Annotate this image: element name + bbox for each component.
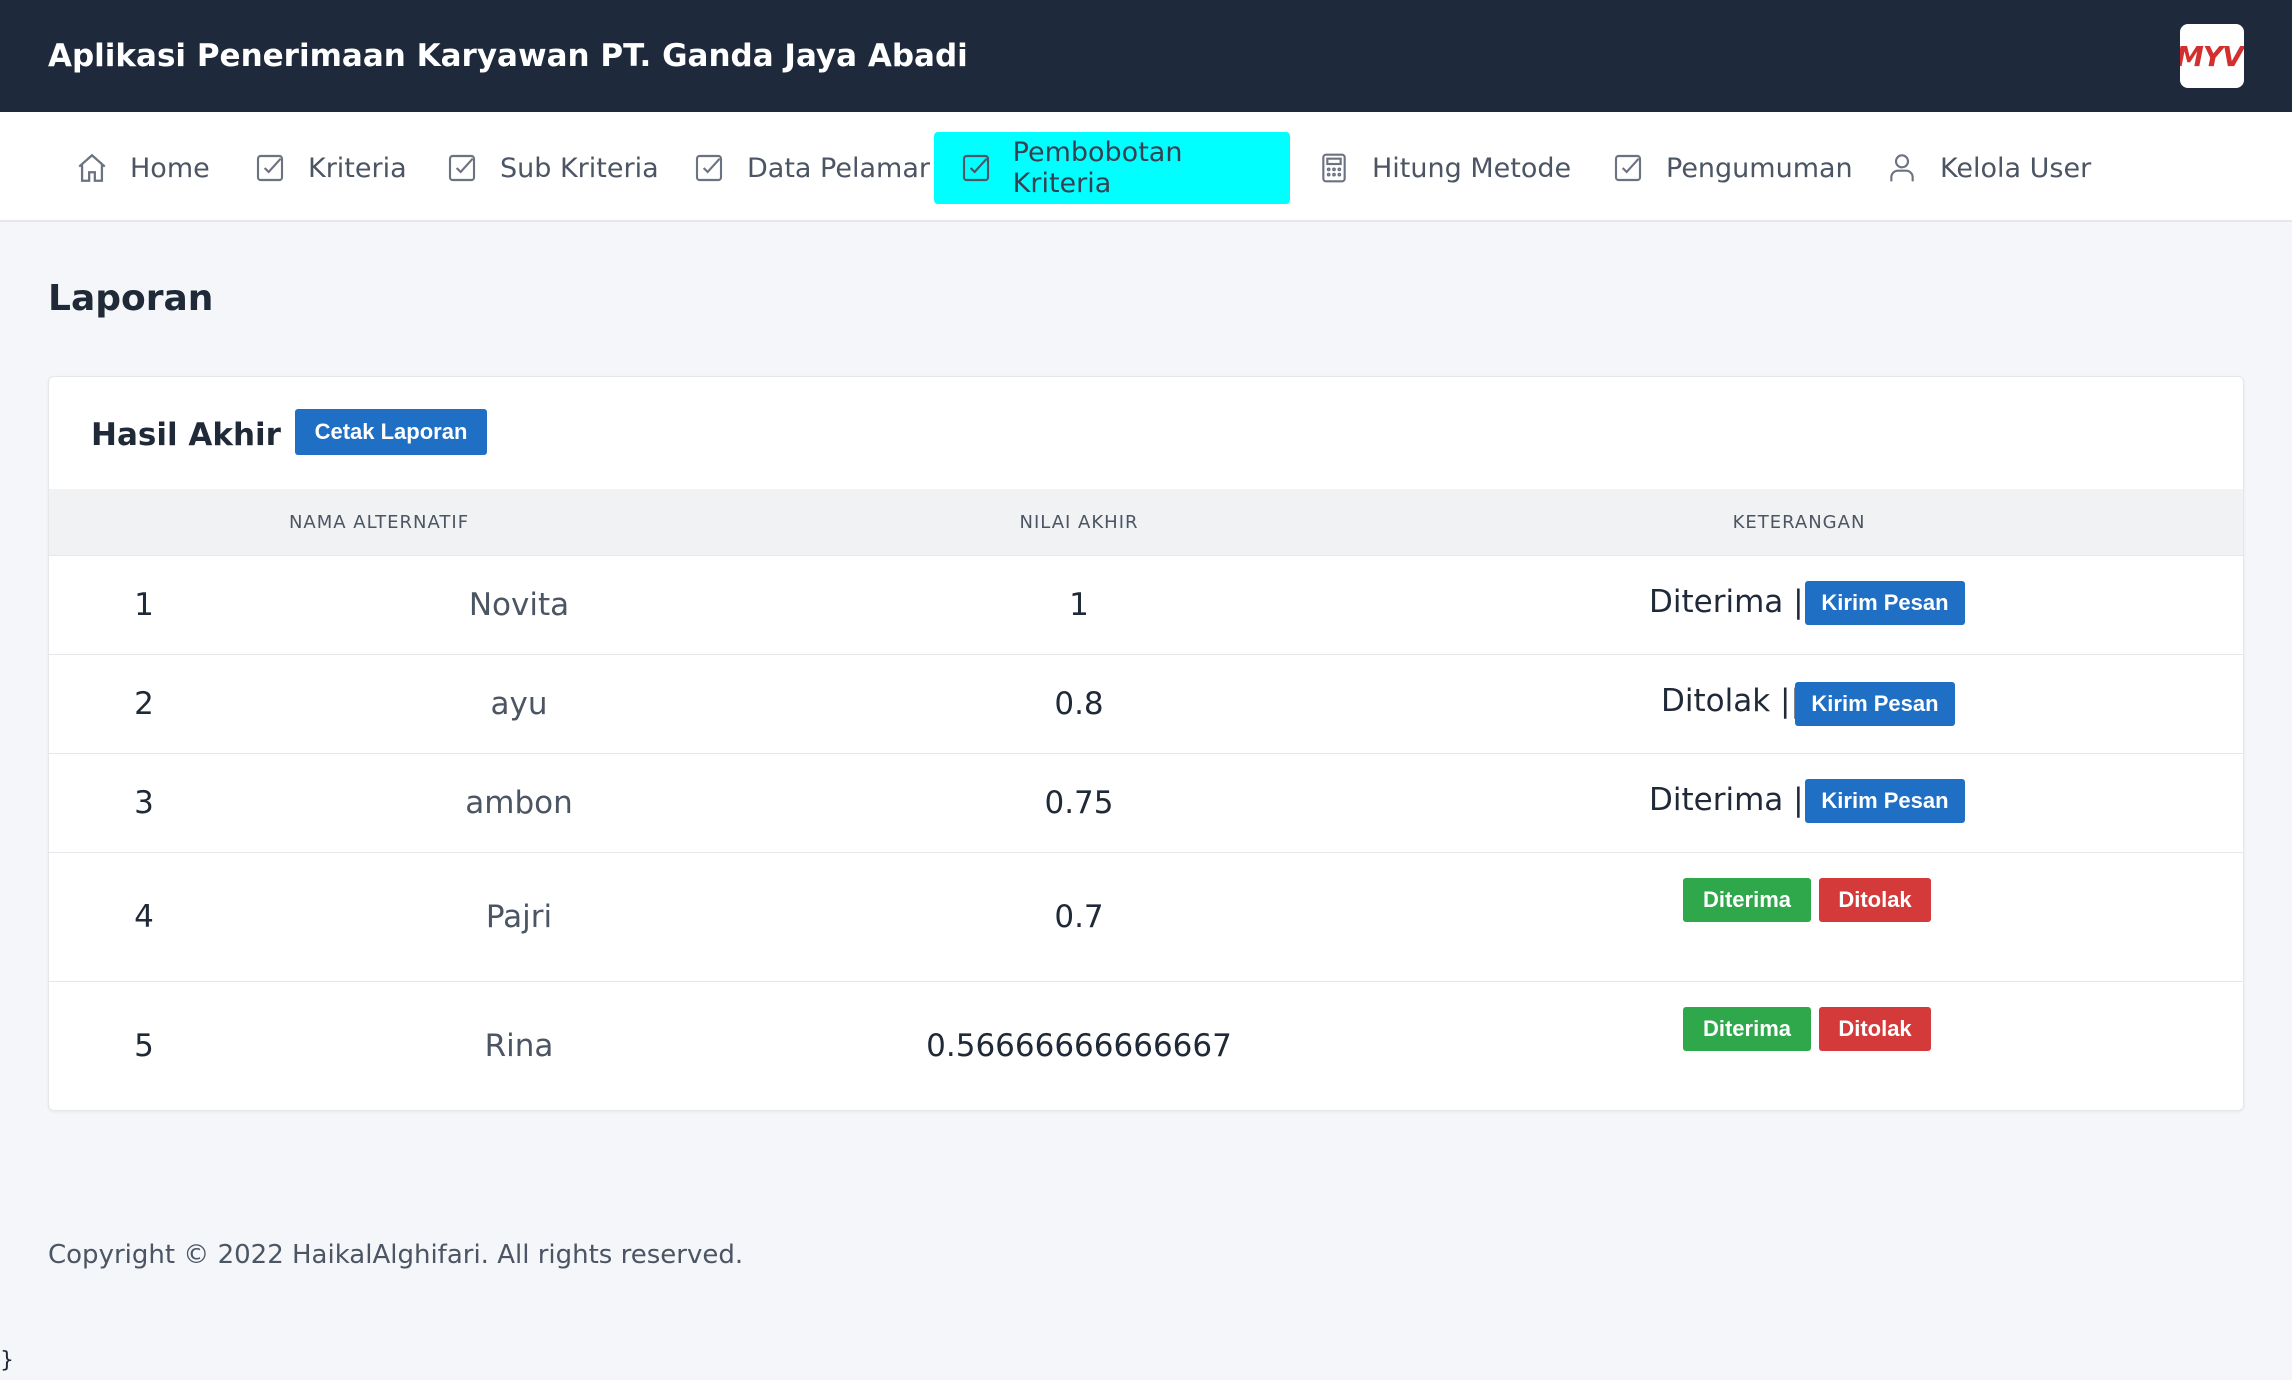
column-header-status: KETERANGAN: [1732, 511, 1866, 533]
row-number: 4: [134, 898, 154, 935]
row-number: 1: [134, 586, 154, 623]
nav-label: Kelola User: [1940, 152, 2092, 184]
final-score: 0.75: [1044, 784, 1114, 821]
final-score: 0.8: [1054, 685, 1104, 722]
company-logo[interactable]: MYV: [2180, 24, 2244, 88]
row-number: 2: [134, 685, 154, 722]
app-title: Aplikasi Penerimaan Karyawan PT. Ganda J…: [48, 38, 968, 74]
table-row: 2 ayu 0.8 Ditolak || Kirim Pesan: [49, 654, 2243, 754]
final-score: 0.7: [1054, 898, 1104, 935]
nav-item-pengumuman[interactable]: Pengumuman: [1610, 132, 1853, 204]
final-score: 1: [1069, 586, 1089, 623]
table-row: 1 Novita 1 Diterima || Kirim Pesan: [49, 555, 2243, 655]
row-number: 5: [134, 1027, 154, 1064]
applicant-name: ambon: [465, 784, 573, 821]
table-row: 4 Pajri 0.7 Diterima Ditolak: [49, 852, 2243, 982]
report-card: Hasil Akhir Cetak Laporan NAMA ALTERNATI…: [48, 376, 2244, 1111]
checkbox-icon: [1610, 150, 1646, 186]
checkbox-icon: [691, 150, 727, 186]
calculator-icon: [1316, 150, 1352, 186]
column-header-name: NAMA ALTERNATIF: [288, 511, 470, 533]
accept-button[interactable]: Diterima: [1683, 878, 1811, 922]
nav-item-hitung-metode[interactable]: Hitung Metode: [1316, 132, 1571, 204]
top-bar: Aplikasi Penerimaan Karyawan PT. Ganda J…: [0, 0, 2292, 112]
row-number: 3: [134, 784, 154, 821]
nav-label: Home: [130, 152, 210, 184]
nav-label: Pembobotan Kriteria: [1012, 137, 1183, 199]
applicant-name: Rina: [484, 1027, 554, 1064]
table-row: 5 Rina 0.56666666666667 Diterima Ditolak: [49, 981, 2243, 1110]
user-icon: [1884, 150, 1920, 186]
send-message-button[interactable]: Kirim Pesan: [1805, 581, 1965, 625]
card-title: Hasil Akhir: [91, 417, 281, 453]
nav-label: Hitung Metode: [1372, 152, 1572, 184]
nav-item-kelola-user[interactable]: Kelola User: [1884, 132, 2091, 204]
nav-label: Data Pelamar: [747, 152, 930, 184]
main-nav: Home Kriteria Sub Kriteria Data Pelamar …: [0, 112, 2292, 222]
page-title: Laporan: [48, 278, 214, 319]
footer-copyright: Copyright © 2022 HaikalAlghifari. All ri…: [48, 1240, 744, 1270]
logo-text: MYV: [2180, 39, 2244, 73]
applicant-name: Novita: [468, 586, 570, 623]
applicant-name: ayu: [490, 685, 548, 722]
column-header-value: NILAI AKHIR: [1019, 511, 1139, 533]
final-score: 0.56666666666667: [926, 1027, 1232, 1064]
applicant-name: Pajri: [485, 898, 553, 935]
reject-button[interactable]: Ditolak: [1819, 1007, 1931, 1051]
status-text: Ditolak ||: [1661, 683, 1801, 719]
nav-item-kriteria[interactable]: Kriteria: [252, 132, 407, 204]
accept-button[interactable]: Diterima: [1683, 1007, 1811, 1051]
send-message-button[interactable]: Kirim Pesan: [1795, 682, 1955, 726]
stray-text: }: [0, 1348, 14, 1373]
nav-item-data-pelamar[interactable]: Data Pelamar: [691, 132, 930, 204]
table-row: 3 ambon 0.75 Diterima || Kirim Pesan: [49, 753, 2243, 853]
checkbox-icon: [960, 150, 993, 186]
checkbox-icon: [444, 150, 480, 186]
send-message-button[interactable]: Kirim Pesan: [1805, 779, 1965, 823]
nav-label: Pengumuman: [1666, 152, 1853, 184]
checkbox-icon: [252, 150, 288, 186]
status-text: Diterima ||: [1649, 782, 1815, 818]
home-icon: [74, 150, 110, 186]
nav-label: Sub Kriteria: [500, 152, 659, 184]
nav-item-home[interactable]: Home: [74, 132, 210, 204]
reject-button[interactable]: Ditolak: [1819, 878, 1931, 922]
nav-item-sub-kriteria[interactable]: Sub Kriteria: [444, 132, 659, 204]
nav-label: Kriteria: [308, 152, 407, 184]
status-text: Diterima ||: [1649, 584, 1815, 620]
table-header: NAMA ALTERNATIF NILAI AKHIR KETERANGAN: [49, 489, 2243, 556]
nav-item-pembobotan-kriteria[interactable]: Pembobotan Kriteria: [934, 132, 1290, 204]
print-report-button[interactable]: Cetak Laporan: [295, 409, 487, 455]
